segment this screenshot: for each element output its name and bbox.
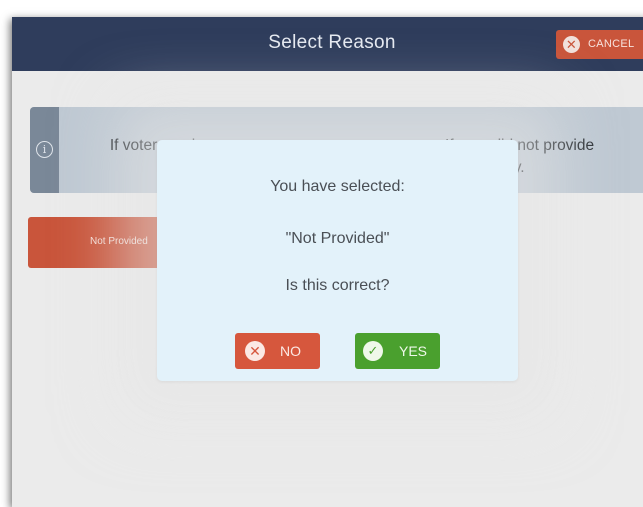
confirm-dialog: You have selected: "Not Provided" Is thi…: [157, 140, 518, 381]
yes-button-label: YES: [399, 343, 428, 359]
no-button-label: NO: [280, 343, 301, 359]
info-strip: i: [30, 107, 59, 193]
check-circle-icon: ✓: [363, 341, 383, 361]
dialog-selected-label: You have selected:: [270, 178, 405, 195]
option-label: Not Provided: [90, 236, 148, 247]
no-button[interactable]: ✕ NO: [235, 333, 320, 369]
cancel-button-label: CANCEL: [588, 38, 635, 50]
close-circle-icon: ✕: [245, 341, 265, 361]
dialog-selected-value: "Not Provided": [285, 230, 390, 247]
page-title: Select Reason: [268, 32, 396, 53]
info-icon: i: [36, 141, 53, 158]
yes-button[interactable]: ✓ YES: [355, 333, 440, 369]
header-bar: Select Reason ✕ CANCEL: [12, 17, 643, 71]
dialog-question: Is this correct?: [285, 277, 390, 294]
cancel-button[interactable]: ✕ CANCEL: [556, 30, 643, 59]
close-circle-icon: ✕: [563, 36, 580, 53]
